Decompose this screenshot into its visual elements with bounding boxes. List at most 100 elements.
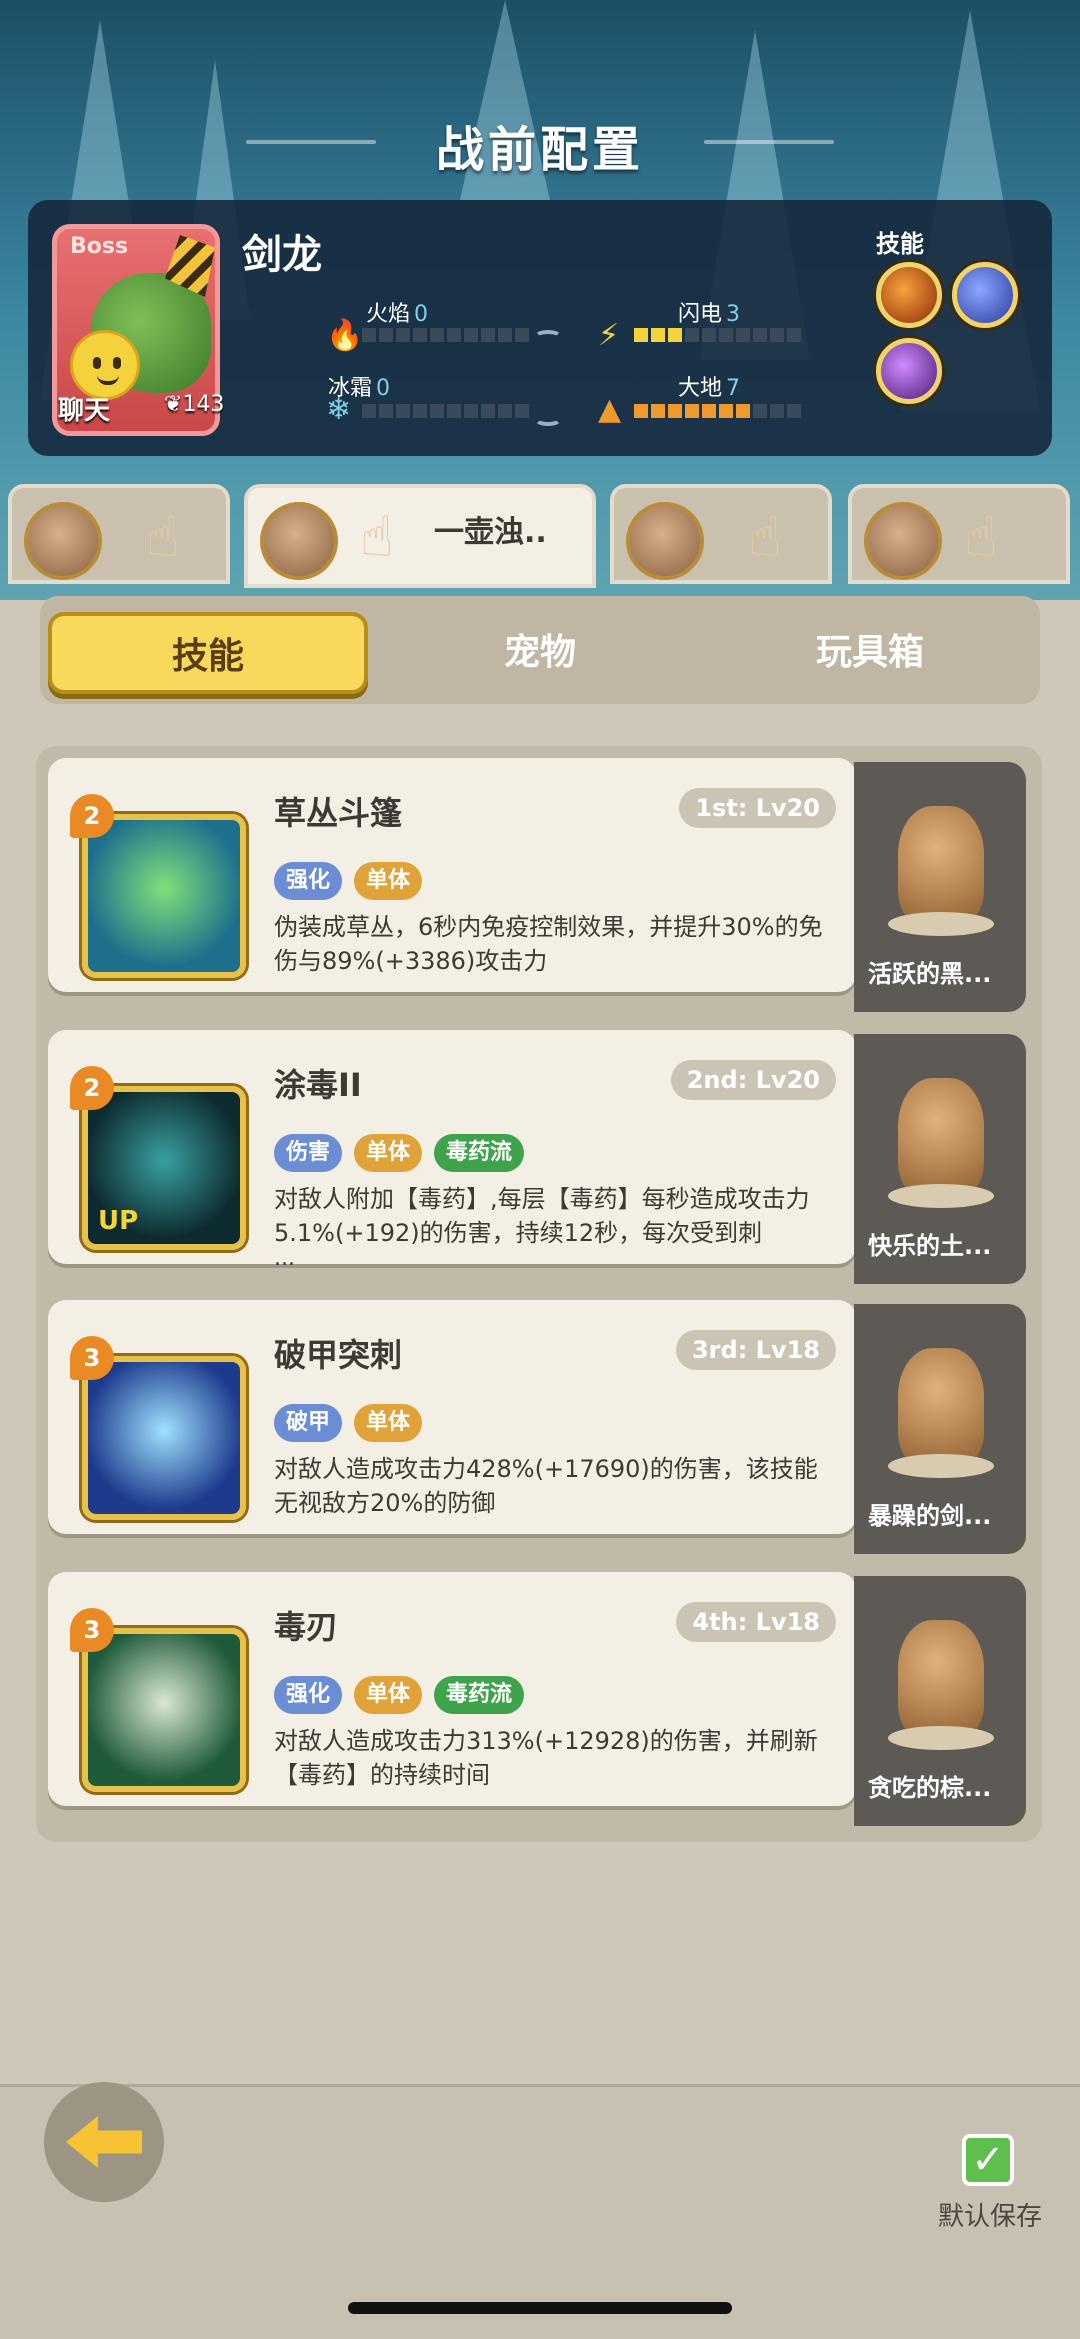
- boss-tag: Boss: [70, 234, 129, 259]
- skill-tags: 强化 单体 毒药流: [274, 1676, 525, 1714]
- skill-tags: 伤害 单体 毒药流: [274, 1134, 525, 1172]
- boss-name: 剑龙: [242, 232, 322, 278]
- character-tab-4[interactable]: ☝: [848, 484, 1070, 584]
- character-tab-name: 一壶浊..: [434, 515, 547, 550]
- boss-skill-2-icon[interactable]: [952, 262, 1018, 328]
- tab-pets[interactable]: 宠物: [380, 612, 700, 694]
- frost-label: 冰霜 0: [328, 376, 391, 401]
- armor-pierce-icon: [82, 1356, 246, 1520]
- skill-name: 破甲突刺: [274, 1336, 403, 1374]
- bottom-bar: [0, 2084, 1080, 2339]
- fire-bar: [362, 328, 529, 342]
- feather-icon: ❦: [164, 392, 183, 417]
- pet-slot[interactable]: 暴躁的剑...: [854, 1304, 1026, 1554]
- skill-tag: 单体: [354, 1404, 423, 1442]
- hero-avatar-icon: [260, 502, 338, 580]
- lightning-icon: ⚡: [598, 318, 620, 353]
- skill-description: 对敌人附加【毒药】,每层【毒药】每秒造成攻击力5.1%(+192)的伤害，持续1…: [274, 1185, 810, 1247]
- skill-name: 涂毒II: [274, 1066, 362, 1104]
- chat-button[interactable]: 聊天: [40, 330, 150, 426]
- pointing-hand-icon: ☝: [748, 505, 783, 570]
- earth-label: 大地 7: [678, 376, 741, 401]
- hero-avatar-icon: [626, 502, 704, 580]
- skill-card[interactable]: 3 毒刃 4th: Lv18 强化 单体 毒药流 对敌人造成攻击力313%(+129…: [48, 1572, 856, 1806]
- pointing-hand-icon: ☝: [964, 505, 999, 570]
- skill-slot-level: 3rd: Lv18: [675, 1330, 836, 1370]
- boss-skills-label: 技能: [876, 230, 924, 258]
- skill-tag: 单体: [354, 1676, 423, 1714]
- pet-base: [888, 1726, 994, 1750]
- default-save-checkbox[interactable]: ✓: [962, 2134, 1014, 2186]
- skill-slot-level: 2nd: Lv20: [670, 1060, 836, 1100]
- tab-toybox[interactable]: 玩具箱: [710, 612, 1030, 694]
- skill-tag: 毒药流: [434, 1134, 525, 1172]
- skill-tags: 破甲 单体: [274, 1404, 423, 1442]
- pet-slot[interactable]: 贪吃的棕...: [854, 1576, 1026, 1826]
- power-value: ❦143: [164, 392, 225, 417]
- character-tab-3[interactable]: ☝: [610, 484, 832, 584]
- skill-tag: 强化: [274, 862, 343, 900]
- pet-name: 快乐的土...: [868, 1232, 992, 1260]
- character-tab-2[interactable]: ☝ 一壶浊..: [244, 484, 596, 588]
- skill-tags: 强化 单体: [274, 862, 423, 900]
- earth-icon: ▲: [598, 392, 622, 427]
- more-text: ...: [274, 1246, 295, 1271]
- skill-description: 伪装成草丛，6秒内免疫控制效果，并提升30%的免伤与89%(+3386)攻击力: [274, 913, 823, 975]
- default-save-label: 默认保存: [938, 2202, 1043, 2232]
- skill-card[interactable]: 2 草丛斗篷 1st: Lv20 强化 单体 伪装成草丛，6秒内免疫控制效果，并提…: [48, 758, 856, 992]
- skill-rank-badge: 3: [70, 1608, 114, 1652]
- pet-slot[interactable]: 快乐的土...: [854, 1034, 1026, 1284]
- skill-tag: 单体: [354, 862, 423, 900]
- cycle-arrow-icon: [534, 330, 562, 344]
- character-tabs: ☝ ☝ 一壶浊.. ☝ ☝: [0, 484, 1080, 588]
- home-indicator: [348, 2302, 732, 2314]
- page-title: 战前配置: [435, 122, 644, 178]
- pet-base: [888, 1454, 994, 1478]
- skill-description: 对敌人造成攻击力428%(+17690)的伤害，该技能无视敌方20%的防御: [274, 1455, 818, 1517]
- pet-base: [888, 912, 994, 936]
- skill-tag: 单体: [354, 1134, 423, 1172]
- poison-drop-icon: UP: [82, 1086, 246, 1250]
- skill-card[interactable]: 3 破甲突刺 3rd: Lv18 破甲 单体 对敌人造成攻击力428%(+1769…: [48, 1300, 856, 1534]
- poison-skull-icon: [82, 1628, 246, 1792]
- pet-name: 暴躁的剑...: [868, 1502, 992, 1530]
- pet-name: 贪吃的棕...: [868, 1774, 992, 1802]
- tab-skills[interactable]: 技能: [48, 612, 368, 694]
- boss-skill-3-icon[interactable]: [876, 338, 942, 404]
- hero-avatar-icon: [864, 502, 942, 580]
- fire-label: 火焰 0: [366, 302, 429, 327]
- boss-skill-1-icon[interactable]: [876, 262, 942, 328]
- fire-icon: 🔥: [326, 318, 364, 353]
- skill-card[interactable]: UP 2 涂毒II 2nd: Lv20 伤害 单体 毒药流 对敌人附加【毒药】,每层…: [48, 1030, 856, 1271]
- skill-name: 草丛斗篷: [274, 794, 403, 832]
- hero-avatar-icon: [24, 502, 102, 580]
- skill-slot-level: 4th: Lv18: [676, 1602, 836, 1642]
- skill-tag: 伤害: [274, 1134, 343, 1172]
- chat-label: 聊天: [58, 396, 111, 426]
- pointing-hand-icon: ☝: [360, 505, 395, 570]
- frost-bar: [362, 404, 529, 418]
- skill-slot-level: 1st: Lv20: [679, 788, 836, 828]
- skill-tag: 强化: [274, 1676, 343, 1714]
- grass-cloak-icon: [82, 814, 246, 978]
- skill-rank-badge: 2: [70, 1066, 114, 1110]
- skill-rank-badge: 3: [70, 1336, 114, 1380]
- pet-slot[interactable]: 活跃的黑...: [854, 762, 1026, 1012]
- back-button[interactable]: [44, 2082, 164, 2202]
- character-tab-1[interactable]: ☝: [8, 484, 230, 584]
- pet-name: 活跃的黑...: [868, 960, 992, 988]
- pet-figure: [898, 1078, 984, 1198]
- lightning-bar: [634, 328, 801, 342]
- skill-tag: 破甲: [274, 1404, 343, 1442]
- pet-figure: [898, 806, 984, 926]
- pet-figure: [898, 1620, 984, 1740]
- skill-description: 对敌人造成攻击力313%(+12928)的伤害，并刷新【毒药】的持续时间: [274, 1727, 818, 1789]
- skill-name: 毒刃: [274, 1608, 339, 1646]
- lightning-label: 闪电 3: [678, 302, 741, 327]
- pet-base: [888, 1184, 994, 1208]
- back-arrow-icon: [66, 2116, 142, 2168]
- skill-rank-badge: 2: [70, 794, 114, 838]
- skill-tag: 毒药流: [434, 1676, 525, 1714]
- cycle-arrow-icon: [534, 412, 562, 426]
- earth-bar: [634, 404, 801, 418]
